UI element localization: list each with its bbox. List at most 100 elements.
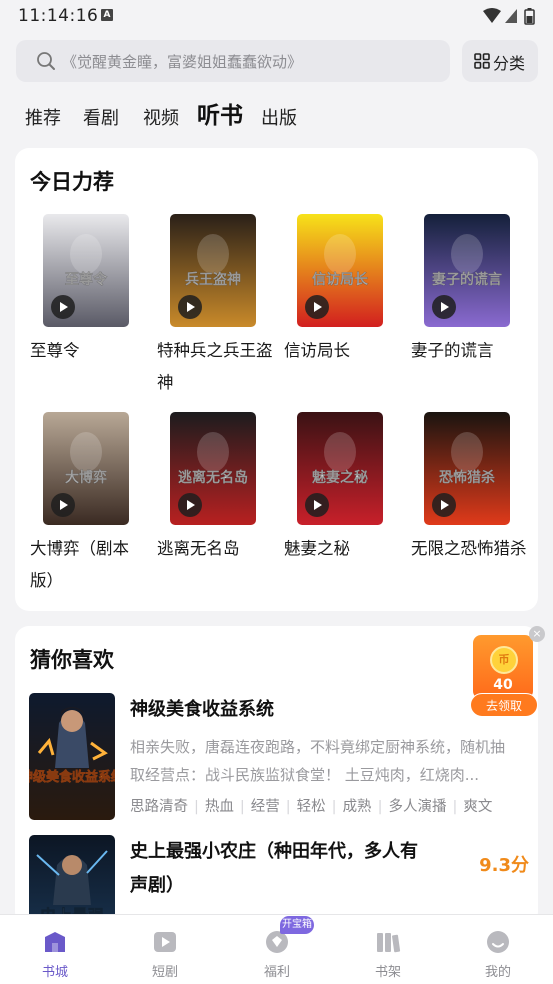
- reward-amount: 40: [493, 677, 513, 693]
- signal-icon: [505, 9, 517, 23]
- book-cover[interactable]: 恐怖猎杀: [424, 412, 510, 525]
- today-recommend-card: 今日力荐 至尊令 至尊令 兵王盗神 特种兵之兵王盗神 信访局长 信访局长 妻子的谎言 妻子的谎…: [15, 148, 538, 611]
- play-icon[interactable]: [51, 493, 75, 517]
- tag: 热血: [204, 799, 234, 815]
- book-item[interactable]: 至尊令 至尊令: [30, 214, 140, 404]
- play-icon[interactable]: [432, 493, 456, 517]
- play-icon[interactable]: [178, 493, 202, 517]
- book-item[interactable]: 信访局长 信访局长: [284, 214, 394, 404]
- notification-icon: A: [101, 9, 113, 21]
- book-item[interactable]: 恐怖猎杀无限之恐怖猎杀: [411, 412, 527, 602]
- bookstore-icon: [45, 932, 65, 952]
- cover-title: 大博弈: [65, 469, 107, 486]
- book-title: 特种兵之兵王盗神: [157, 341, 273, 392]
- nav-label: 短剧: [151, 965, 178, 980]
- tag: 经营: [250, 799, 280, 815]
- tab-audiobook[interactable]: 听书: [197, 96, 243, 130]
- book-cover[interactable]: 至尊令: [43, 214, 129, 327]
- tab-publish[interactable]: 出版: [261, 104, 297, 130]
- cover-title: 魅妻之秘: [312, 469, 368, 486]
- tab-drama[interactable]: 看剧: [83, 104, 119, 130]
- rating-score: 9.3分: [479, 855, 529, 876]
- treasure-box-badge[interactable]: 开宝箱: [280, 916, 314, 934]
- book-title: 信访局长: [284, 341, 350, 360]
- play-icon[interactable]: [305, 493, 329, 517]
- bookshelf-icon: [377, 933, 401, 953]
- book-cover[interactable]: 魅妻之秘: [297, 412, 383, 525]
- nav-label: 书架: [374, 965, 401, 980]
- book-item[interactable]: 魅妻之秘 魅妻之秘: [284, 412, 394, 602]
- section-title: 猜你喜欢: [30, 648, 114, 672]
- book-item[interactable]: 大博弈大博弈（剧本版）: [30, 412, 140, 602]
- play-icon[interactable]: [305, 295, 329, 319]
- book-cover[interactable]: 妻子的谎言: [424, 214, 510, 327]
- cover-title: 神级美食收益系统: [29, 769, 115, 785]
- section-title: 今日力荐: [30, 170, 114, 194]
- nav-item-bookstore[interactable]: 书城: [10, 915, 100, 984]
- book-item[interactable]: 兵王盗神特种兵之兵王盗神: [157, 214, 273, 404]
- tab-recommend[interactable]: 推荐: [25, 104, 61, 130]
- book-description: 相亲失败，唐磊连夜跑路，不料竟绑定厨神系统，随机抽取经营点：战斗民族监狱食堂！ …: [130, 738, 506, 784]
- cover-image: 神级美食收益系统: [29, 693, 115, 820]
- tab-video[interactable]: 视频: [143, 104, 179, 130]
- play-icon[interactable]: [178, 295, 202, 319]
- wifi-icon: [483, 8, 501, 23]
- book-title: 大博弈（剧本版）: [30, 539, 129, 590]
- book-title: 魅妻之秘: [284, 539, 350, 558]
- cover-title: 妻子的谎言: [432, 271, 502, 288]
- book-title-line: 史上最强小农庄（种田年代，多人有: [130, 841, 418, 862]
- coin-icon: 币: [490, 646, 518, 674]
- nav-item-profile[interactable]: 我的: [453, 915, 543, 984]
- nav-label: 福利: [263, 965, 290, 980]
- tag: 多人演播: [388, 799, 447, 815]
- tag: 思路清奇: [130, 799, 188, 815]
- book-item[interactable]: 逃离无名岛 逃离无名岛: [157, 412, 267, 602]
- book-title: 妻子的谎言: [411, 341, 494, 360]
- system-status-icons: [483, 8, 535, 25]
- bottom-nav: 书城 短剧 福利 书架 我的: [0, 914, 553, 984]
- search-row: 《觉醒黄金瞳，富婆姐姐蠢蠢欲动》 分类: [16, 40, 538, 82]
- book-cover[interactable]: 信访局长: [297, 214, 383, 327]
- book-tags: 思路清奇 | 热血 | 经营 | 轻松 | 成熟 | 多人演播 | 爽文: [130, 795, 522, 817]
- cover-title: 逃离无名岛: [178, 469, 248, 486]
- category-label: 分类: [493, 54, 526, 73]
- book-item[interactable]: 妻子的谎言 妻子的谎言: [411, 214, 521, 404]
- close-icon[interactable]: ×: [529, 626, 545, 642]
- search-placeholder: 《觉醒黄金瞳，富婆姐姐蠢蠢欲动》: [62, 53, 303, 71]
- cover-title: 恐怖猎杀: [439, 469, 495, 486]
- book-title: 神级美食收益系统: [130, 699, 274, 720]
- book-title-line: 声剧）: [130, 875, 184, 896]
- book-cover[interactable]: 大博弈: [43, 412, 129, 525]
- play-icon: [154, 932, 176, 952]
- category-button[interactable]: 分类: [462, 40, 538, 82]
- book-cover[interactable]: 逃离无名岛: [170, 412, 256, 525]
- profile-icon: [487, 931, 509, 953]
- guess-you-like-card: 猜你喜欢 神级美食收益系统 神级美食收益系统 相亲失败，唐磊连夜跑路，不料竟绑定…: [15, 626, 538, 962]
- grid-icon: [474, 53, 490, 69]
- tag: 成熟: [342, 799, 372, 815]
- claim-reward-button[interactable]: 去领取: [470, 693, 538, 717]
- tag: 轻松: [296, 799, 326, 815]
- cover-title: 信访局长: [312, 271, 369, 288]
- book-title: 史上最强小农庄（种田年代，多人有 声剧）: [130, 835, 418, 903]
- nav-item-bookshelf[interactable]: 书架: [343, 915, 433, 984]
- book-title: 至尊令: [30, 341, 80, 360]
- search-input[interactable]: 《觉醒黄金瞳，富婆姐姐蠢蠢欲动》: [16, 40, 450, 82]
- cover-title: 至尊令: [65, 271, 108, 288]
- list-item[interactable]: 神级美食收益系统 神级美食收益系统 相亲失败，唐磊连夜跑路，不料竟绑定厨神系统，…: [29, 693, 529, 823]
- play-icon[interactable]: [51, 295, 75, 319]
- nav-label: 我的: [484, 965, 511, 980]
- book-title: 无限之恐怖猎杀: [411, 539, 527, 558]
- book-title: 逃离无名岛: [157, 539, 240, 558]
- status-bar: 11:14:16 A: [0, 0, 553, 32]
- play-icon[interactable]: [432, 295, 456, 319]
- book-cover[interactable]: 兵王盗神: [170, 214, 256, 327]
- search-icon: [37, 52, 55, 70]
- nav-item-short-drama[interactable]: 短剧: [120, 915, 210, 984]
- book-cover[interactable]: 神级美食收益系统: [29, 693, 115, 820]
- status-time: 11:14:16: [18, 6, 99, 26]
- reward-widget[interactable]: 币 40 去领取 ×: [470, 626, 545, 718]
- tag: 爽文: [463, 799, 493, 815]
- cover-title: 兵王盗神: [185, 271, 241, 288]
- reward-box[interactable]: 币 40: [473, 635, 533, 699]
